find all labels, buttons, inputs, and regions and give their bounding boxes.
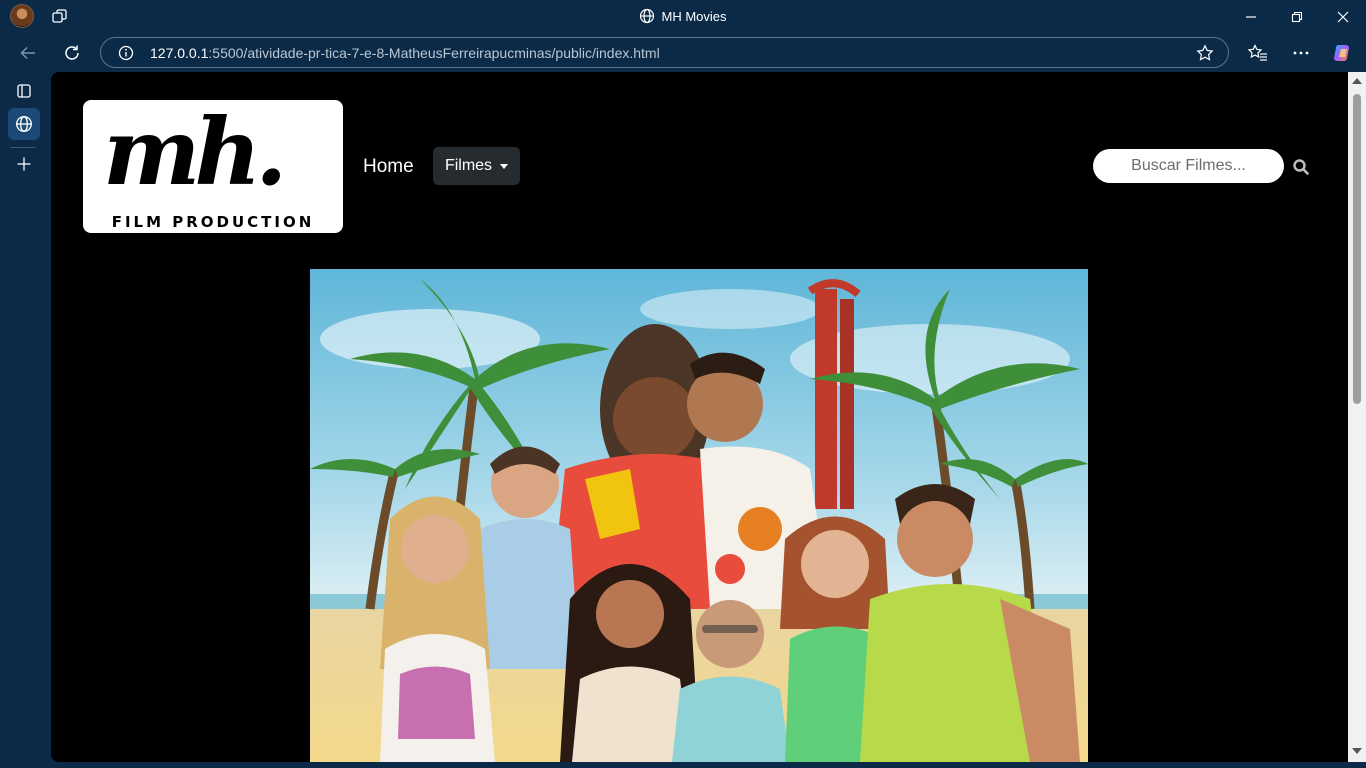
close-icon bbox=[1337, 11, 1349, 22]
scroll-up-arrow-icon[interactable] bbox=[1352, 78, 1362, 84]
favorites-button[interactable] bbox=[1246, 41, 1270, 65]
favorites-icon bbox=[1248, 44, 1267, 61]
browser-toolbar: 127.0.0.1:5500/atividade-pr-tica-7-e-8-M… bbox=[0, 33, 1366, 73]
close-window-button[interactable] bbox=[1320, 0, 1366, 33]
scroll-thumb[interactable] bbox=[1353, 94, 1361, 404]
window-title-text: MH Movies bbox=[661, 9, 727, 24]
info-icon[interactable] bbox=[118, 45, 134, 61]
vertical-tabs-sidebar bbox=[0, 73, 46, 768]
search-input[interactable] bbox=[1093, 149, 1284, 183]
logo-subtitle: FILM PRODUCTION bbox=[111, 213, 315, 231]
nav-home-link[interactable]: Home bbox=[363, 156, 414, 178]
restore-button[interactable] bbox=[1274, 0, 1320, 33]
reload-button[interactable] bbox=[60, 41, 84, 65]
copilot-icon bbox=[1334, 45, 1349, 61]
hero-movie-poster[interactable] bbox=[310, 269, 1088, 762]
back-button[interactable] bbox=[16, 41, 40, 65]
tab-actions-button[interactable] bbox=[8, 75, 40, 107]
nav-films-label: Filmes bbox=[444, 157, 493, 174]
new-tab-button[interactable] bbox=[8, 148, 40, 180]
copilot-button[interactable] bbox=[1331, 41, 1355, 65]
reload-icon bbox=[65, 45, 79, 60]
nav-films-dropdown[interactable]: Filmes bbox=[433, 147, 520, 185]
page-viewport: mh. FILM PRODUCTION Home Filmes bbox=[51, 72, 1348, 762]
scroll-down-arrow-icon[interactable] bbox=[1352, 748, 1362, 754]
search-icon[interactable] bbox=[1292, 158, 1310, 176]
url-text[interactable]: 127.0.0.1:5500/atividade-pr-tica-7-e-8-M… bbox=[150, 45, 660, 61]
restore-icon bbox=[1291, 11, 1303, 22]
tab-mh-movies[interactable] bbox=[8, 108, 40, 140]
url-path: :5500/atividade-pr-tica-7-e-8-MatheusFer… bbox=[208, 45, 660, 61]
globe-icon bbox=[640, 8, 655, 24]
arrow-left-icon bbox=[20, 46, 35, 60]
tab-panel-icon bbox=[17, 84, 31, 98]
logo-mark: mh. bbox=[103, 98, 287, 206]
minimize-button[interactable] bbox=[1228, 0, 1274, 33]
caret-down-icon bbox=[500, 163, 509, 169]
url-host: 127.0.0.1 bbox=[150, 45, 209, 61]
plus-icon bbox=[17, 157, 31, 171]
page-scrollbar[interactable] bbox=[1348, 72, 1366, 762]
globe-icon bbox=[16, 116, 32, 132]
star-icon[interactable] bbox=[1196, 44, 1214, 62]
minimize-icon bbox=[1246, 15, 1256, 18]
browser-title-bar: MH Movies bbox=[0, 0, 1366, 33]
more-options-button[interactable] bbox=[1289, 41, 1313, 65]
address-bar[interactable]: 127.0.0.1:5500/atividade-pr-tica-7-e-8-M… bbox=[100, 37, 1229, 68]
site-logo[interactable]: mh. FILM PRODUCTION bbox=[83, 100, 343, 233]
window-title: MH Movies bbox=[0, 8, 1366, 24]
more-icon bbox=[1293, 51, 1309, 55]
